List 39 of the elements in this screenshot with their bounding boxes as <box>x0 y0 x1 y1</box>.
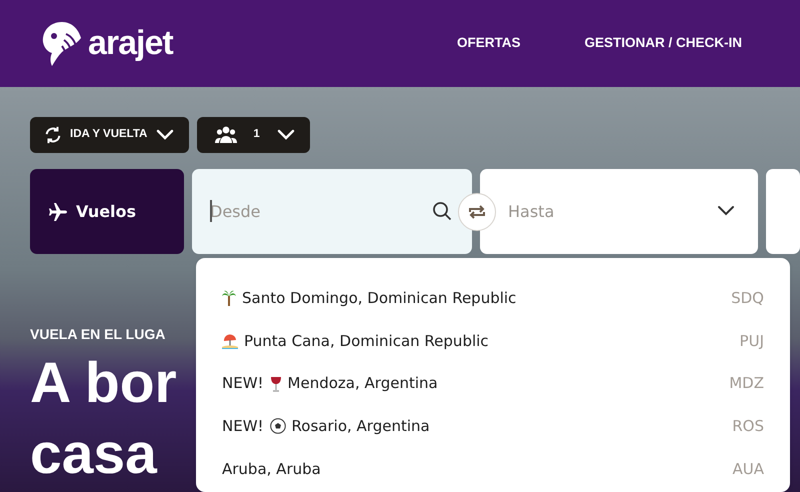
airplane-icon <box>48 202 68 222</box>
trip-type-button[interactable]: IDA Y VUELTA <box>30 117 190 153</box>
airport-code: SDQ <box>731 288 764 310</box>
origin-field[interactable]: Desde <box>192 169 472 254</box>
hero-eyebrow: VUELA EN EL LUGA <box>30 325 166 344</box>
beach-umbrella-icon <box>222 333 238 350</box>
soccer-ball-icon <box>270 418 286 434</box>
city-name: Punta Cana, Dominican Republic <box>244 330 489 352</box>
dropdown-item[interactable]: NEW! Mendoza, Argentina MDZ <box>222 362 764 406</box>
logo-text: arajet <box>88 23 173 64</box>
text-cursor <box>210 200 212 222</box>
city-name: Aruba, Aruba <box>222 458 321 480</box>
airport-code: PUJ <box>740 330 764 352</box>
dropdown-item[interactable]: Punta Cana, Dominican Republic PUJ <box>222 320 764 362</box>
airport-code: MDZ <box>729 373 764 394</box>
passengers-button[interactable]: 1 <box>197 117 310 153</box>
nav-link[interactable]: OFERTAS <box>456 33 520 54</box>
airport-code: AUA <box>732 458 764 480</box>
palm-tree-icon <box>222 290 236 306</box>
sync-icon <box>44 126 62 144</box>
new-label: NEW! <box>222 373 264 394</box>
dropdown-item[interactable]: NEW! Rosario, Argentina ROS <box>222 405 764 448</box>
city-name: Mendoza, Argentina <box>288 373 438 394</box>
new-label: NEW! <box>222 416 264 438</box>
hero-headline: casa <box>30 426 157 483</box>
airport-code: ROS <box>732 416 764 438</box>
city-name: Rosario, Argentina <box>292 416 430 438</box>
flights-tab[interactable]: Vuelos <box>30 169 184 254</box>
dropdown-item[interactable]: Santo Domingo, Dominican Republic SDQ <box>222 277 764 320</box>
city-name: Santo Domingo, Dominican Republic <box>242 288 516 310</box>
date-field[interactable] <box>766 169 800 254</box>
destination-field[interactable]: Hasta <box>480 169 758 254</box>
search-icon <box>432 201 452 221</box>
wine-glass-icon <box>270 376 282 392</box>
people-icon <box>215 126 238 144</box>
dropdown-item[interactable]: Aruba, Aruba AUA <box>222 448 764 490</box>
hero-headline: A bor <box>30 355 177 412</box>
parrot-logo-icon <box>40 20 84 68</box>
nav-link[interactable]: GESTIONAR / CHECK-IN <box>584 33 742 54</box>
